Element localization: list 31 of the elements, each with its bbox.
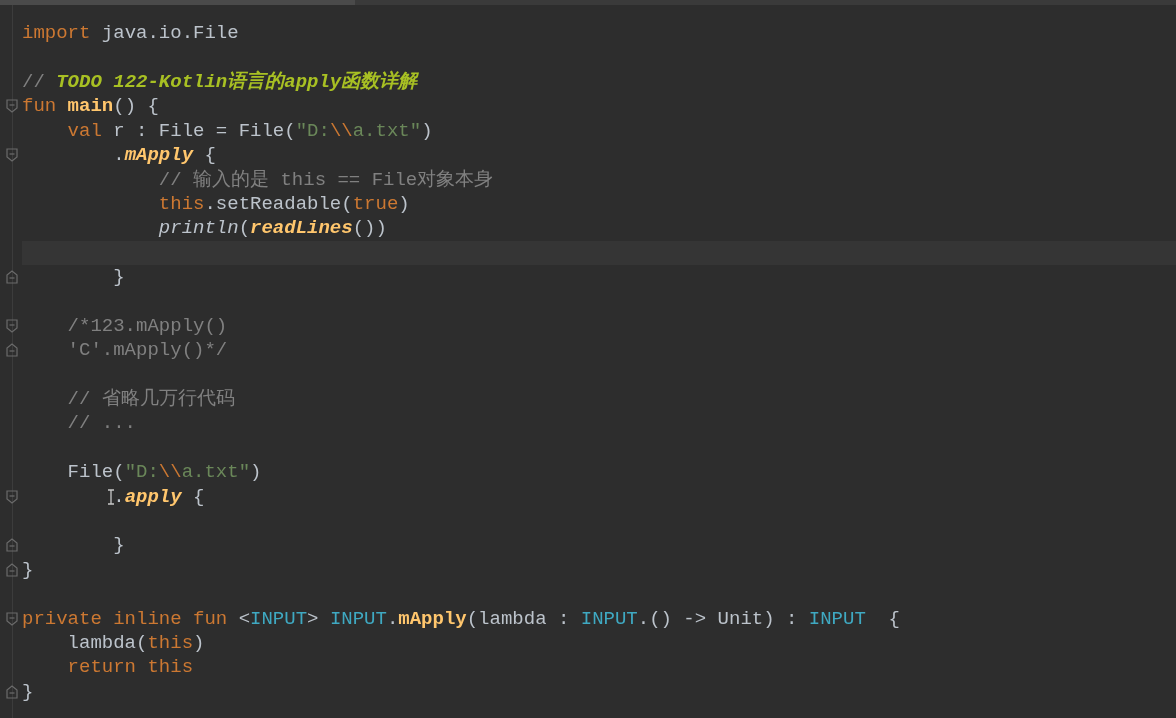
code-line: /*123.mApply() [66, 313, 228, 338]
fold-icon[interactable] [6, 489, 18, 504]
fold-icon[interactable] [6, 684, 18, 699]
fold-icon[interactable] [6, 318, 18, 333]
code-line: // TODO 122-Kotlin语言的apply函数详解 [22, 69, 418, 94]
code-line: // 输入的是 this == File对象本身 [157, 167, 494, 192]
code-line: File("D:\\a.txt") [66, 460, 262, 485]
code-line: .apply { [112, 484, 205, 509]
fold-icon[interactable] [6, 343, 18, 358]
code-line: } [22, 557, 34, 582]
code-line: } [22, 679, 34, 704]
code-line: 'C'.mApply()*/ [66, 338, 228, 363]
code-line: // 省略几万行代码 [66, 387, 235, 412]
code-line: .mApply { [112, 143, 216, 168]
code-line: return this [66, 655, 194, 680]
fold-icon[interactable] [6, 99, 18, 114]
fold-icon[interactable] [6, 148, 18, 163]
code-line: } [112, 533, 125, 558]
code-line: fun main() { [22, 94, 159, 119]
code-line: private inline fun <INPUT> INPUT.mApply(lambda : INPUT.() -> Unit) : INPUT { [22, 606, 901, 631]
code-line: this.setReadable(true) [157, 191, 410, 216]
code-line: // ... [66, 411, 137, 436]
code-line: lambda(this) [66, 630, 205, 655]
fold-icon[interactable] [6, 270, 18, 285]
code-line: } [112, 265, 125, 290]
code-line: import java.io.File [22, 21, 239, 46]
fold-icon[interactable] [6, 562, 18, 577]
fold-icon[interactable] [6, 538, 18, 553]
code-line: println(readLines()) [157, 216, 387, 241]
code-line: val r : File = File("D:\\a.txt") [66, 118, 433, 143]
fold-icon[interactable] [6, 611, 18, 626]
